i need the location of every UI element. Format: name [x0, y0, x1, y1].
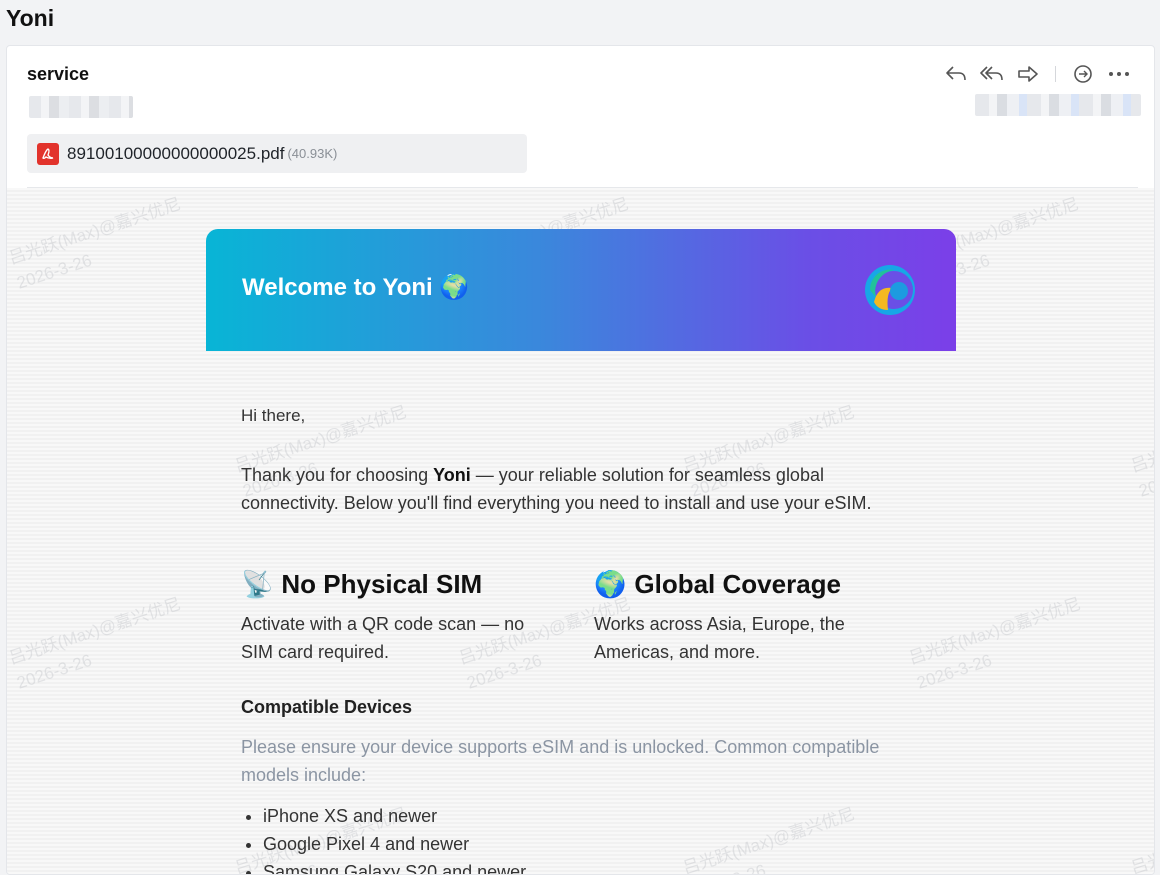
sender-name[interactable]: service	[27, 64, 89, 85]
more-icon[interactable]	[1106, 62, 1132, 86]
mail-toolbar	[943, 62, 1132, 86]
watermark: 吕光跃(Max)@嘉兴优尼2026-3-26	[680, 804, 858, 875]
attachment-name: 89100100000000000025.pdf	[67, 143, 285, 163]
globe-icon: 🌍	[594, 569, 627, 599]
page-title: Yoni	[6, 5, 55, 31]
attachment-chip[interactable]: 89100100000000000025.pdf (40.93K)	[27, 134, 527, 173]
devices-heading: Compatible Devices	[241, 697, 413, 717]
email-content: Hi there, Thank you for choosing Yoni — …	[241, 406, 921, 874]
watermark: 吕光跃(Max)@嘉兴优尼2026-3-26	[906, 594, 1084, 693]
list-item: iPhone XS and newer	[263, 802, 526, 830]
hero-title: Welcome to Yoni 🌍	[242, 274, 470, 301]
watermark: 吕光跃(Max)@嘉兴优尼2026-3-26	[6, 594, 184, 693]
yoni-logo-icon	[864, 264, 916, 321]
toolbar-separator	[1055, 66, 1056, 82]
list-item: Samsung Galaxy S20 and newer	[263, 858, 526, 874]
reply-all-icon[interactable]	[979, 62, 1005, 86]
greeting: Hi there,	[241, 406, 306, 425]
sender-address-redacted	[29, 96, 133, 118]
recipient-redacted	[975, 94, 1141, 116]
feature-global-coverage: 🌍 Global Coverage Works across Asia, Eur…	[594, 569, 924, 666]
mail-card: service 89100100000000000025.pdf (40.93K…	[6, 45, 1155, 875]
mail-body: 吕光跃(Max)@嘉兴优尼2026-3-26 吕光跃(Max)@嘉兴优尼2026…	[6, 188, 1155, 875]
watermark: 吕光跃(Max)@嘉兴优尼2026-3-26	[6, 194, 184, 293]
feature-desc: Works across Asia, Europe, the Americas,…	[594, 614, 845, 662]
comment-icon[interactable]	[1070, 62, 1096, 86]
feature-no-physical-sim: 📡 No Physical SIM Activate with a QR cod…	[241, 569, 571, 666]
feature-title: No Physical SIM	[281, 569, 483, 599]
devices-list: iPhone XS and newer Google Pixel 4 and n…	[263, 802, 526, 874]
globe-icon: 🌍	[439, 274, 470, 301]
intro-paragraph: Thank you for choosing Yoni — your relia…	[241, 465, 872, 513]
reply-icon[interactable]	[943, 62, 969, 86]
forward-icon[interactable]	[1015, 62, 1041, 86]
satellite-icon: 📡	[241, 569, 274, 599]
watermark: 吕光跃(Max)@嘉兴优尼2026-3-26	[1128, 402, 1155, 501]
email-hero-banner: Welcome to Yoni 🌍	[206, 229, 956, 351]
list-item: Google Pixel 4 and newer	[263, 830, 526, 858]
devices-note: Please ensure your device supports eSIM …	[241, 737, 880, 785]
attachment-size: (40.93K)	[287, 146, 338, 161]
feature-desc: Activate with a QR code scan — no SIM ca…	[241, 614, 525, 662]
feature-title: Global Coverage	[634, 569, 841, 599]
brand-name: Yoni	[433, 465, 471, 485]
watermark: 吕光跃(Max)@嘉兴优尼2026-3-26	[1128, 804, 1155, 875]
pdf-icon	[37, 142, 59, 165]
